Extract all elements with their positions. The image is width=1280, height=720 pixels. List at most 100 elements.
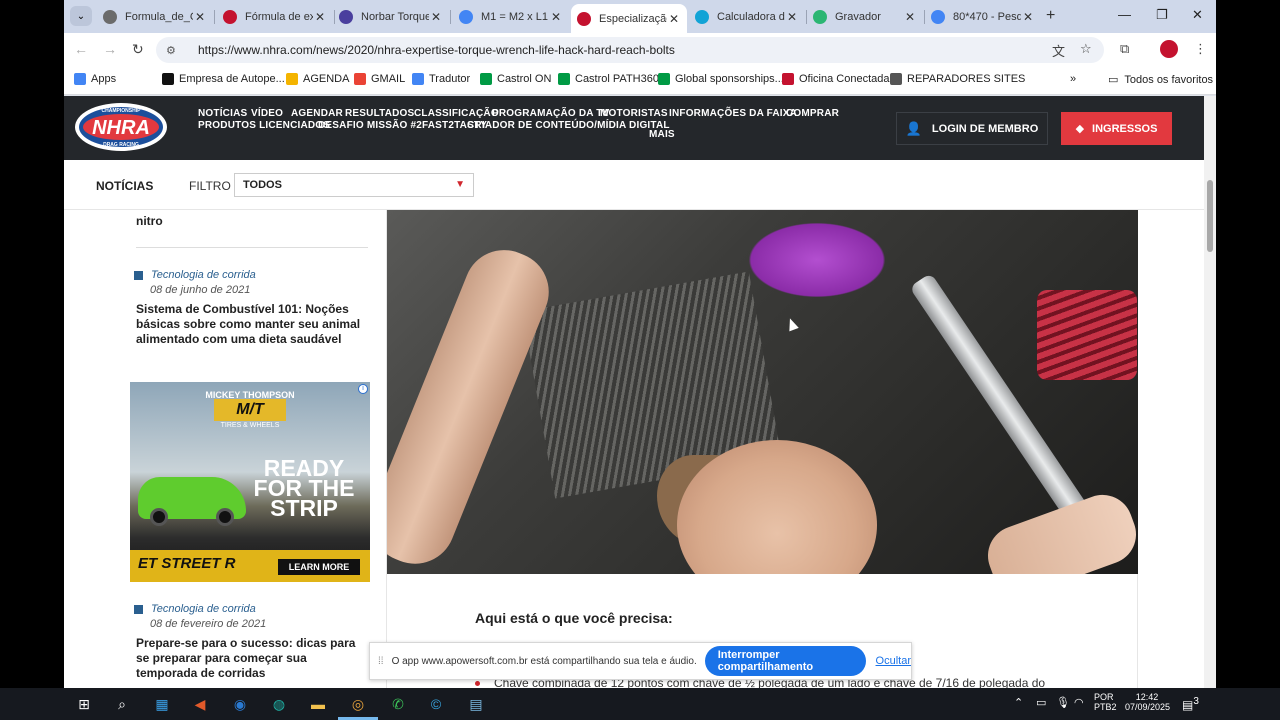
tray-overflow-icon[interactable]: ⌃ (1014, 696, 1023, 709)
bookmark-favicon-icon (558, 73, 570, 85)
restore-button[interactable]: ❐ (1156, 7, 1168, 23)
bookmark-item[interactable]: Global sponsorships... (658, 73, 784, 85)
browser-tab[interactable]: 80*470 - Pesq ✕ (925, 5, 1041, 28)
article-category[interactable]: Tecnologia de corrida (134, 269, 256, 281)
article-title-link[interactable]: Sistema de Combustível 101: Noções básic… (136, 302, 366, 347)
article-date: 08 de junho de 2021 (150, 284, 251, 296)
reload-icon[interactable]: ↻ (132, 41, 144, 58)
article-hero-image (387, 210, 1138, 574)
site-info-icon[interactable]: ⚙ (166, 44, 186, 57)
nav-link[interactable]: MOTORISTAS (600, 108, 668, 119)
advertisement[interactable]: i MICKEY THOMPSON M/T TIRES & WHEELS REA… (130, 382, 370, 582)
hide-button[interactable]: Ocultar (876, 655, 911, 667)
forward-arrow-icon[interactable]: → (103, 41, 117, 57)
close-window-button[interactable]: ✕ (1192, 7, 1203, 23)
tab-close-icon[interactable]: ✕ (1021, 10, 1035, 24)
bookmarks-overflow-icon[interactable]: » (1070, 73, 1076, 85)
browser-tab[interactable]: Calculadora d ✕ (689, 5, 805, 28)
browser-tab[interactable]: Gravador ✕ (807, 5, 923, 28)
bookmark-item[interactable]: Apps (74, 73, 116, 85)
article-category[interactable]: Tecnologia de corrida (134, 603, 256, 615)
nav-link[interactable]: CRIADOR DE CONTEÚDO/MÍDIA DIGITAL (467, 120, 670, 131)
scrollbar-thumb[interactable] (1207, 180, 1213, 252)
browser-tab[interactable]: Norbar Torque ✕ (333, 5, 449, 28)
ad-learn-more-button[interactable]: LEARN MORE (278, 559, 360, 575)
network-icon[interactable]: ▭ (1036, 696, 1046, 709)
language-indicator[interactable]: POR PTB2 (1094, 692, 1117, 712)
tab-close-icon[interactable]: ✕ (903, 10, 917, 24)
whatsapp-icon[interactable]: ✆ (386, 694, 410, 714)
tab-search-button[interactable]: ⌄ (70, 6, 92, 26)
browser-tab[interactable]: Especialização ✕ (571, 4, 687, 33)
bookmark-item[interactable]: AGENDA (286, 73, 349, 85)
category-label: Tecnologia de corrida (151, 603, 256, 615)
nhra-logo[interactable]: NHRA CHAMPIONSHIP DRAG RACING (74, 102, 168, 152)
filter-selected-value: TODOS (243, 179, 282, 191)
bookmark-item[interactable]: Oficina Conectada (782, 73, 890, 85)
nav-link[interactable]: NOTÍCIAS (198, 108, 247, 119)
filter-select[interactable]: TODOS ▼ (234, 173, 474, 197)
nav-link[interactable]: RESULTADOS (345, 108, 414, 119)
notification-center-icon[interactable]: ▤3 (1182, 696, 1199, 712)
translate-icon[interactable]: 文 (1052, 41, 1065, 60)
drag-handle-icon[interactable]: ⁞⁞ (378, 656, 384, 667)
app-icon[interactable]: ◉ (228, 694, 252, 714)
notepad-icon[interactable]: ▤ (464, 694, 488, 714)
nav-link[interactable]: AGENDAR (291, 108, 343, 119)
all-bookmarks-folder[interactable]: ▭ Todos os favoritos (1108, 73, 1214, 87)
all-bookmarks-label: Todos os favoritos (1124, 73, 1214, 86)
edge-icon[interactable]: ◍ (267, 694, 291, 714)
nav-link[interactable]: MAIS (649, 129, 675, 140)
calculator-icon[interactable]: ▦ (150, 694, 174, 714)
article-title-link[interactable]: Prepare-se para o sucesso: dicas para se… (136, 636, 366, 681)
tab-close-icon[interactable]: ✕ (785, 10, 799, 24)
nav-link[interactable]: DESAFIO MISSÃO #2FAST2TASTY (318, 120, 487, 131)
tab-title: Gravador (835, 10, 881, 23)
app-c-icon[interactable]: © (424, 694, 448, 714)
bookmark-item[interactable]: GMAIL (354, 73, 405, 85)
profile-avatar[interactable] (1160, 40, 1178, 58)
nav-link[interactable]: PRODUTOS LICENCIADOS (198, 120, 330, 131)
back-arrow-icon[interactable]: ← (74, 41, 88, 57)
page-scrollbar[interactable] (1204, 96, 1216, 688)
nav-link[interactable]: VÍDEO (251, 108, 283, 119)
browser-tab[interactable]: Fórmula de ex ✕ (217, 5, 333, 28)
tab-close-icon[interactable]: ✕ (549, 10, 563, 24)
address-bar[interactable]: ⚙ https://www.nhra.com/news/2020/nhra-ex… (156, 37, 1104, 63)
menu-dots-icon[interactable]: ⋮ (1194, 41, 1207, 57)
clock[interactable]: 12:42 07/09/2025 (1124, 692, 1170, 712)
nav-link[interactable]: INFORMAÇÕES DA FAIXA (669, 108, 797, 119)
bookmark-item[interactable]: REPARADORES SITES (890, 73, 1025, 85)
browser-tab[interactable]: M1 = M2 x L1 ✕ (453, 5, 569, 28)
tab-close-icon[interactable]: ✕ (193, 10, 207, 24)
browser-window: ⌄ Formula_de_C ✕ Fórmula de ex ✕ Norbar Torq… (64, 0, 1216, 96)
windows-start-icon[interactable]: ⊞ (72, 694, 96, 714)
nav-link[interactable]: COMPRAR (786, 108, 839, 119)
tab-close-icon[interactable]: ✕ (313, 10, 327, 24)
bookmark-item[interactable]: Tradutor (412, 73, 470, 85)
bookmark-item[interactable]: Castrol ON (480, 73, 551, 85)
bookmark-item[interactable]: Empresa de Autope... (162, 73, 285, 85)
wifi-icon[interactable]: ◠ (1074, 696, 1084, 709)
tab-close-icon[interactable]: ✕ (667, 12, 681, 26)
file-explorer-icon[interactable]: ▬ (306, 694, 330, 714)
tab-close-icon[interactable]: ✕ (429, 10, 443, 24)
extensions-icon[interactable]: ⧉ (1120, 41, 1129, 57)
star-icon[interactable]: ☆ (1080, 41, 1092, 57)
search-icon[interactable]: ⌕ (110, 694, 134, 714)
ad-logo: M/T (214, 399, 286, 421)
nhra-page: NHRA CHAMPIONSHIP DRAG RACING NOTÍCIAS VÍ… (64, 96, 1216, 688)
new-tab-button[interactable]: + (1046, 7, 1055, 25)
chrome-icon[interactable]: ◎ (346, 694, 370, 714)
browser-tab[interactable]: Formula_de_C ✕ (97, 5, 213, 28)
media-player-icon[interactable]: ◀ (188, 694, 212, 714)
previous-article-title-end[interactable]: nitro (136, 214, 163, 229)
stop-sharing-button[interactable]: Interromper compartilhamento (704, 646, 866, 676)
microphone-icon[interactable]: 🎙 (1056, 696, 1070, 709)
member-login-button[interactable]: 👤 LOGIN DE MEMBRO (896, 112, 1048, 145)
tickets-button[interactable]: ◆ INGRESSOS (1061, 112, 1172, 145)
minimize-button[interactable]: — (1118, 7, 1131, 22)
bookmark-item[interactable]: Castrol PATH360 (558, 73, 659, 85)
nav-link[interactable]: PROGRAMAÇÃO DA TV (492, 108, 609, 119)
nav-link[interactable]: CLASSIFICAÇÃO (414, 108, 499, 119)
